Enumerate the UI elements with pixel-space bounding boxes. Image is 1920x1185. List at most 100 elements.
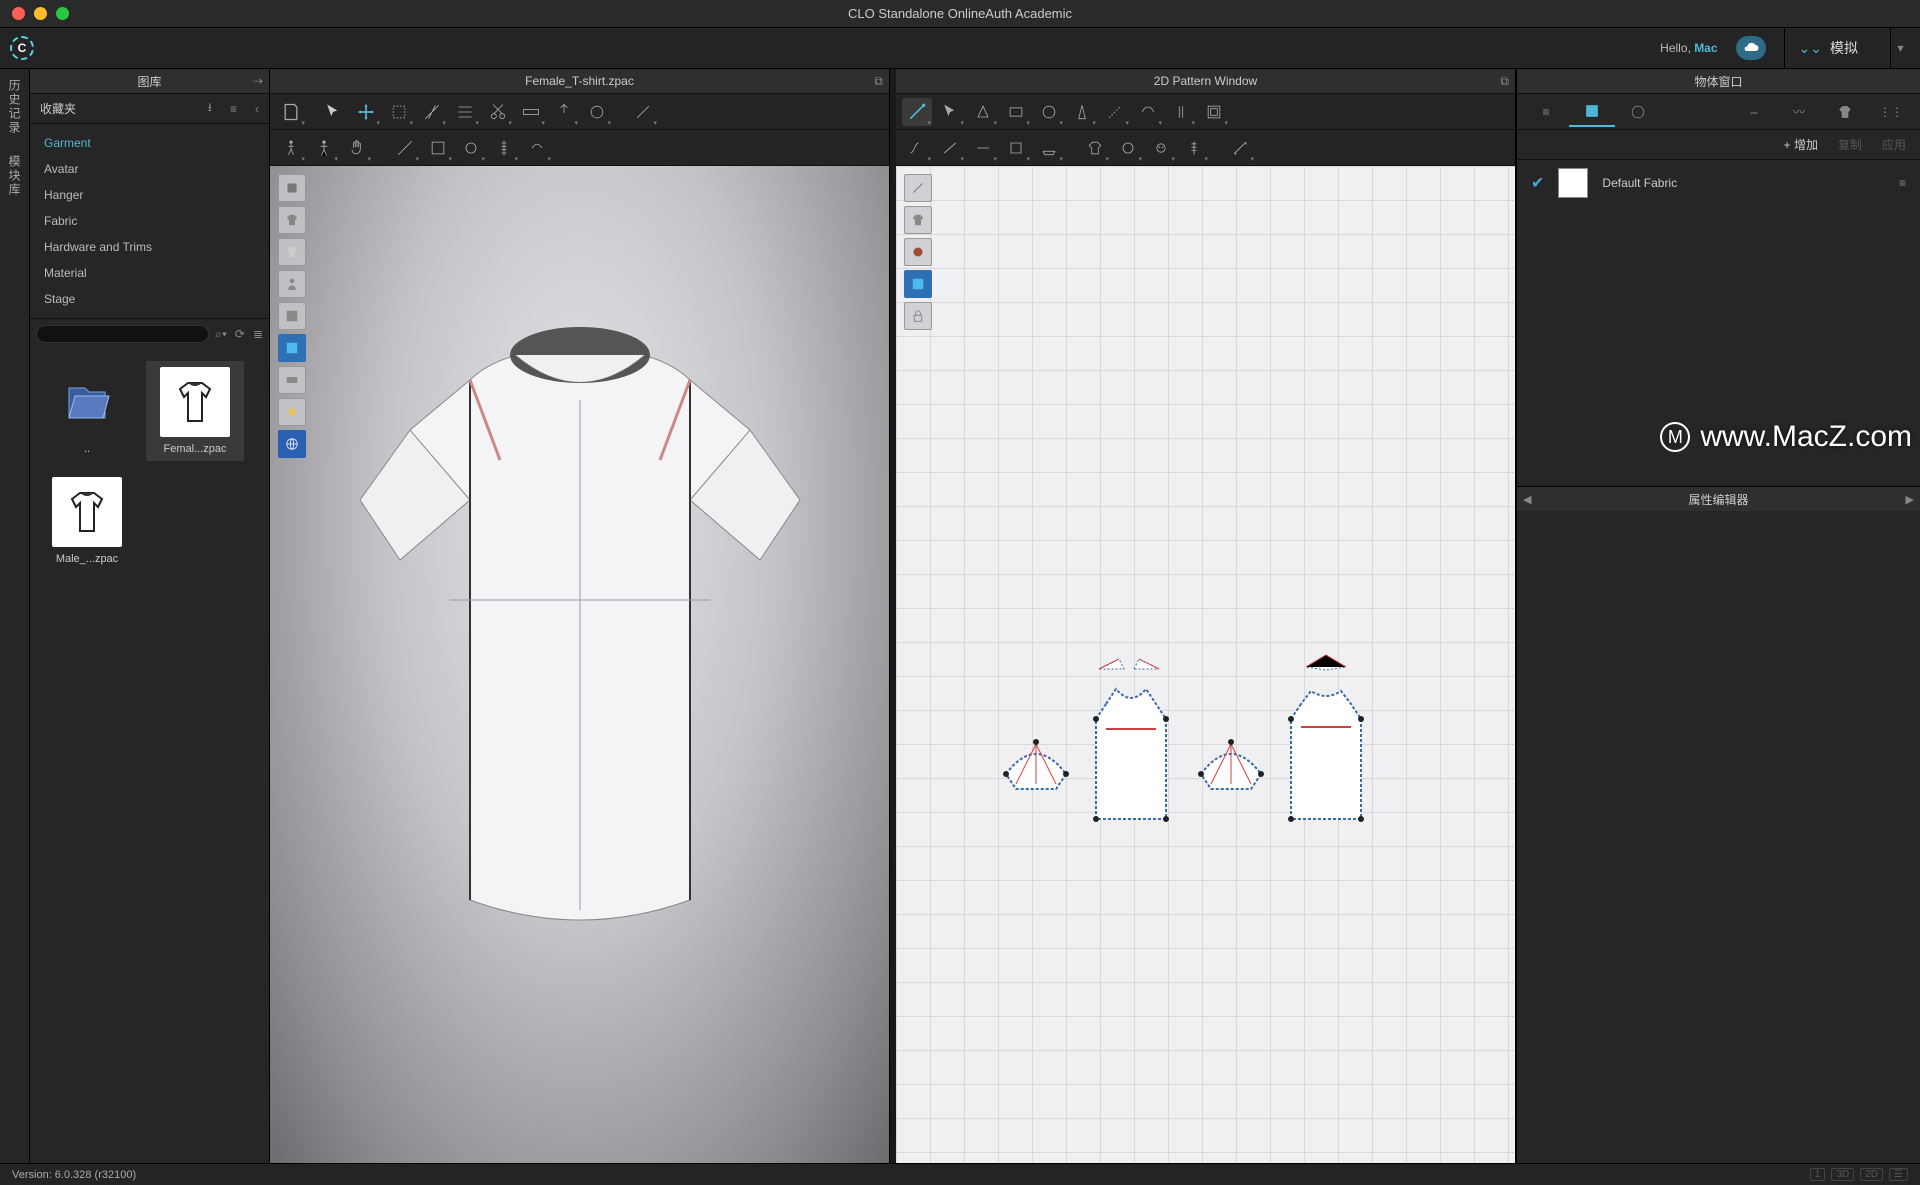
simulate-button[interactable]: ⌄⌄ 模拟 bbox=[1784, 28, 1872, 69]
fabric-item-menu-icon[interactable]: ≡ bbox=[1899, 176, 1906, 190]
canvas-3d[interactable] bbox=[270, 166, 889, 1163]
collapse-left-icon[interactable]: ◀ bbox=[1523, 493, 1531, 506]
tab-scene[interactable]: ≡ bbox=[1523, 97, 1569, 127]
simulate-options-dropdown[interactable]: ▾ bbox=[1890, 28, 1910, 69]
view-2d-info-icon[interactable] bbox=[904, 174, 932, 202]
tool-2d-fold[interactable] bbox=[1001, 134, 1031, 162]
view-2d-lock-icon[interactable] bbox=[904, 302, 932, 330]
tool-avatar-stand[interactable] bbox=[309, 134, 339, 162]
tool-2d-graphic[interactable] bbox=[1080, 134, 1110, 162]
app-logo-icon[interactable]: C bbox=[10, 36, 34, 60]
tree-item-fabric[interactable]: Fabric bbox=[30, 208, 269, 234]
view-environment-icon[interactable] bbox=[278, 430, 306, 458]
tab-grading[interactable]: ⋮⋮ bbox=[1868, 97, 1914, 127]
tool-2d-seamallow[interactable] bbox=[1199, 98, 1229, 126]
tool-2d-texture[interactable] bbox=[1113, 134, 1143, 162]
tab-buttons[interactable] bbox=[1615, 97, 1661, 127]
tool-2d-freesewing[interactable] bbox=[935, 134, 965, 162]
file-item-up[interactable]: .. bbox=[38, 361, 136, 461]
canvas-2d[interactable] bbox=[896, 166, 1515, 1163]
viewmode-2d[interactable]: 2D bbox=[1860, 1168, 1883, 1181]
tool-marquee[interactable] bbox=[384, 98, 414, 126]
tool-2d-trace[interactable] bbox=[1133, 98, 1163, 126]
tool-2d-sewing[interactable] bbox=[902, 134, 932, 162]
fullscreen-window-icon[interactable] bbox=[56, 7, 69, 20]
viewmode-1[interactable]: 1 bbox=[1810, 1168, 1826, 1181]
viewmode-3d[interactable]: 3D bbox=[1831, 1168, 1854, 1181]
tool-pin[interactable] bbox=[549, 98, 579, 126]
tool-graphic3d[interactable] bbox=[456, 134, 486, 162]
tree-item-material[interactable]: Material bbox=[30, 260, 269, 286]
tool-2d-dart[interactable] bbox=[1067, 98, 1097, 126]
view-avatar-skin-icon[interactable] bbox=[278, 238, 306, 266]
tab-fabric[interactable] bbox=[1569, 97, 1615, 127]
collapse-right-icon[interactable]: ▶ bbox=[1906, 493, 1914, 506]
tool-2d-editsewing[interactable] bbox=[968, 134, 998, 162]
view-fit-icon[interactable] bbox=[278, 270, 306, 298]
tool-select-arrow[interactable] bbox=[318, 98, 348, 126]
tool-zipper3d[interactable] bbox=[489, 134, 519, 162]
tool-tape[interactable] bbox=[516, 98, 546, 126]
tool-fold[interactable] bbox=[450, 98, 480, 126]
tool-2d-internalline[interactable] bbox=[1100, 98, 1130, 126]
view-light-icon[interactable] bbox=[278, 398, 306, 426]
tool-2d-edit[interactable] bbox=[902, 98, 932, 126]
view-thick-icon[interactable] bbox=[278, 366, 306, 394]
tool-2d-zipper[interactable] bbox=[1179, 134, 1209, 162]
download-icon[interactable]: ⭳ bbox=[208, 98, 212, 119]
pin-panel-icon[interactable]: ⇢ bbox=[253, 74, 263, 88]
fabric-row-default[interactable]: ✔ Default Fabric ≡ bbox=[1517, 160, 1920, 206]
tool-2d-polygon[interactable] bbox=[968, 98, 998, 126]
tool-2d-rectangle[interactable] bbox=[1001, 98, 1031, 126]
tree-item-hardware-trims[interactable]: Hardware and Trims bbox=[30, 234, 269, 260]
menu-icon[interactable]: ≡ bbox=[230, 102, 237, 116]
tree-item-garment[interactable]: Garment bbox=[30, 130, 269, 156]
tool-avatar-walk[interactable] bbox=[276, 134, 306, 162]
close-window-icon[interactable] bbox=[12, 7, 25, 20]
tool-dart[interactable] bbox=[417, 98, 447, 126]
chevron-left-icon[interactable]: ‹ bbox=[255, 102, 259, 116]
library-search-input[interactable] bbox=[36, 325, 209, 343]
file-item-female-tshirt[interactable]: Femal...zpac bbox=[146, 361, 244, 461]
tab-trim[interactable] bbox=[1822, 97, 1868, 127]
view-strain-icon[interactable] bbox=[278, 302, 306, 330]
view-2d-garment-icon[interactable] bbox=[904, 206, 932, 234]
tool-2d-measure[interactable] bbox=[1225, 134, 1255, 162]
cloud-sync-button[interactable] bbox=[1736, 36, 1766, 60]
tool-2d-notch[interactable] bbox=[1166, 98, 1196, 126]
popout-icon[interactable]: ⧉ bbox=[1500, 74, 1509, 89]
list-view-icon[interactable]: ≣ bbox=[253, 327, 263, 342]
search-icon[interactable]: ⌕▾ bbox=[215, 327, 227, 342]
tool-extra-1[interactable] bbox=[628, 98, 658, 126]
tab-topstitch[interactable]: --- bbox=[1730, 97, 1776, 127]
tree-item-avatar[interactable]: Avatar bbox=[30, 156, 269, 182]
tool-button[interactable] bbox=[582, 98, 612, 126]
minimize-window-icon[interactable] bbox=[34, 7, 47, 20]
rail-tab-module-library[interactable]: 模块库 bbox=[6, 155, 23, 197]
tab-pucker[interactable]: 〰 bbox=[1776, 97, 1822, 127]
view-2d-strain-icon[interactable] bbox=[904, 238, 932, 266]
view-mesh-icon[interactable] bbox=[278, 334, 306, 362]
tool-pan[interactable] bbox=[351, 98, 381, 126]
viewmode-layout[interactable]: ☰ bbox=[1889, 1168, 1908, 1181]
tool-hand[interactable] bbox=[342, 134, 372, 162]
tool-measure3d[interactable] bbox=[390, 134, 420, 162]
view-2d-fabric-icon[interactable] bbox=[904, 270, 932, 298]
popout-icon[interactable]: ⧉ bbox=[874, 74, 883, 89]
tool-2d-button[interactable] bbox=[1146, 134, 1176, 162]
refresh-icon[interactable]: ⟳ bbox=[235, 327, 245, 342]
add-fabric-button[interactable]: + 增加 bbox=[1784, 136, 1818, 153]
view-garment-icon[interactable] bbox=[278, 206, 306, 234]
view-reset-icon[interactable] bbox=[278, 174, 306, 202]
rail-tab-history[interactable]: 历史记录 bbox=[6, 79, 23, 135]
tool-save-3d[interactable] bbox=[276, 98, 306, 126]
tree-item-stage[interactable]: Stage bbox=[30, 286, 269, 312]
tree-item-hanger[interactable]: Hanger bbox=[30, 182, 269, 208]
tool-texture3d[interactable] bbox=[423, 134, 453, 162]
tool-2d-addpoint[interactable] bbox=[935, 98, 965, 126]
tool-cut[interactable] bbox=[483, 98, 513, 126]
tool-trim3d[interactable] bbox=[522, 134, 552, 162]
tool-2d-steam[interactable] bbox=[1034, 134, 1064, 162]
tool-2d-circle[interactable] bbox=[1034, 98, 1064, 126]
file-item-male-tshirt[interactable]: Male_...zpac bbox=[38, 471, 136, 571]
